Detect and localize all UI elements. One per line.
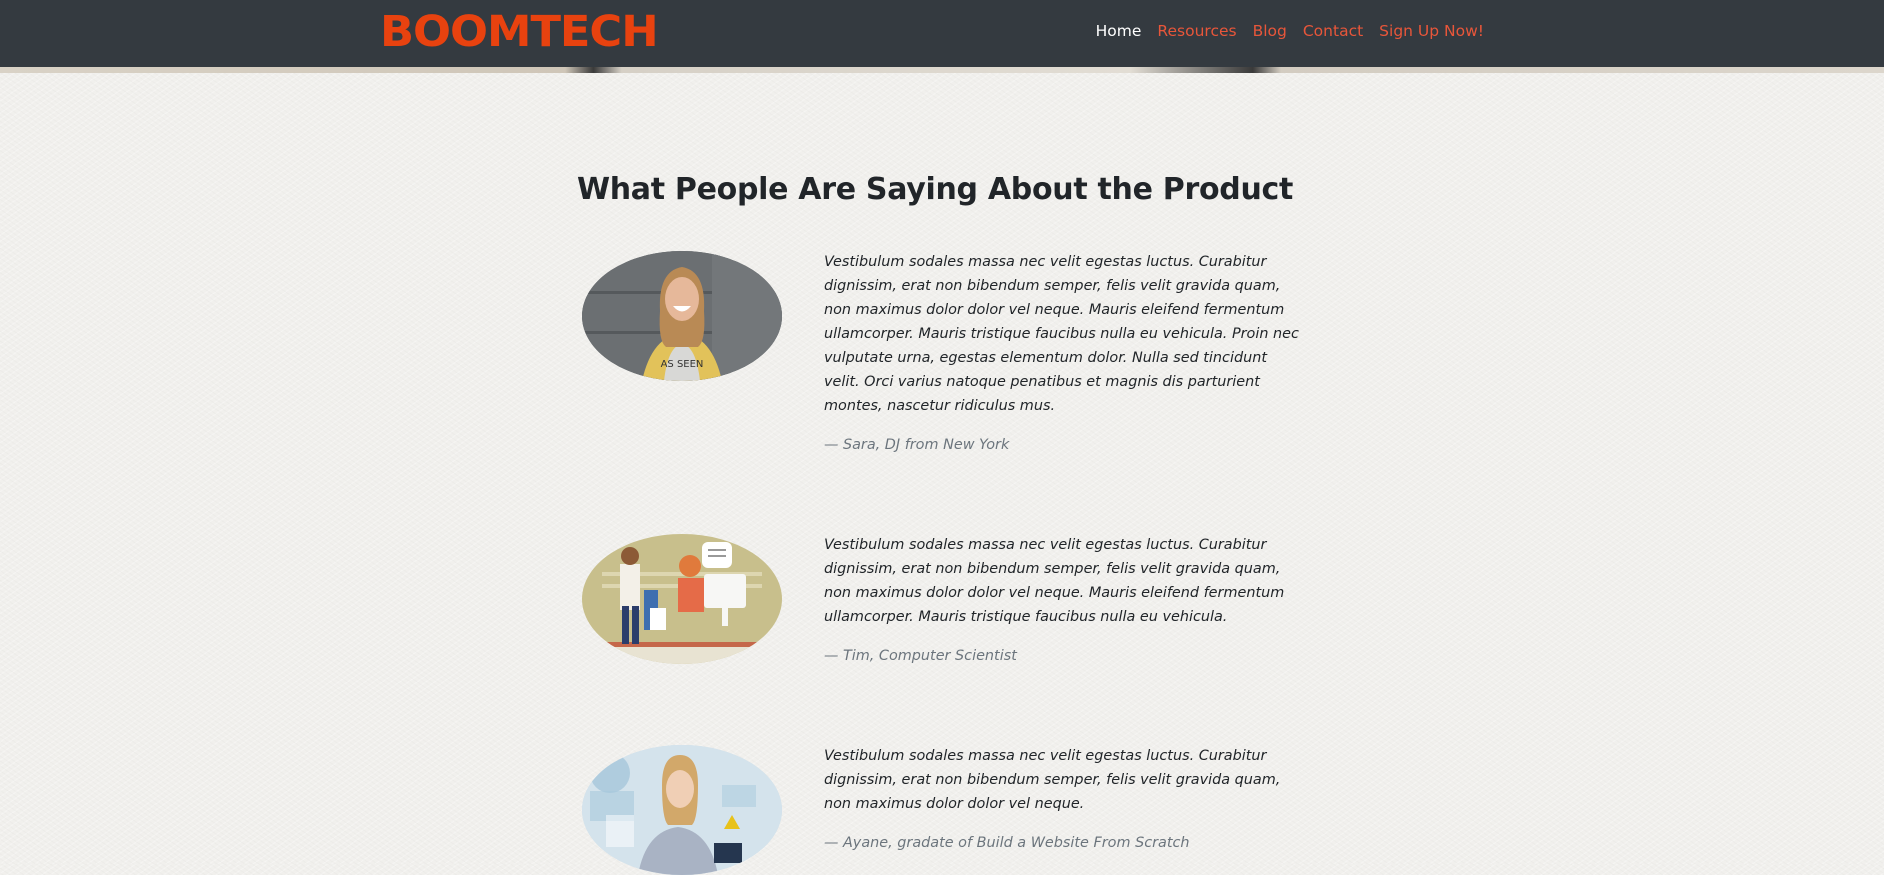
testimonial-quote: Vestibulum sodales massa nec velit egest… — [824, 254, 1299, 414]
testimonial-quote: Vestibulum sodales massa nec velit egest… — [824, 748, 1281, 812]
main-nav: Home Resources Blog Contact Sign Up Now! — [1096, 22, 1484, 40]
testimonial-quote: Vestibulum sodales massa nec velit egest… — [824, 537, 1285, 625]
testimonial-author: — Ayane, gradate of Build a Website From… — [824, 835, 1190, 851]
nav-link-sign-up[interactable]: Sign Up Now! — [1379, 22, 1484, 40]
nav-link-home[interactable]: Home — [1096, 22, 1142, 40]
avatar-photo-sara: AS SEEN — [582, 251, 782, 381]
nav-link-contact[interactable]: Contact — [1303, 22, 1363, 40]
nav-link-resources[interactable]: Resources — [1157, 22, 1236, 40]
brand-logo[interactable]: BOOMTECH — [380, 9, 659, 55]
nav-link-blog[interactable]: Blog — [1253, 22, 1287, 40]
section-title: What People Are Saying About the Product — [576, 172, 1294, 207]
svg-text:AS SEEN: AS SEEN — [661, 359, 704, 370]
avatar-illustration-tim — [582, 534, 782, 664]
avatar-photo-ayane — [582, 745, 782, 875]
hero-image-edge — [0, 67, 1884, 73]
testimonial-author: — Sara, DJ from New York — [824, 437, 1010, 453]
testimonial-author: — Tim, Computer Scientist — [824, 648, 1017, 664]
navbar: BOOMTECH Home Resources Blog Contact Sig… — [0, 0, 1884, 68]
